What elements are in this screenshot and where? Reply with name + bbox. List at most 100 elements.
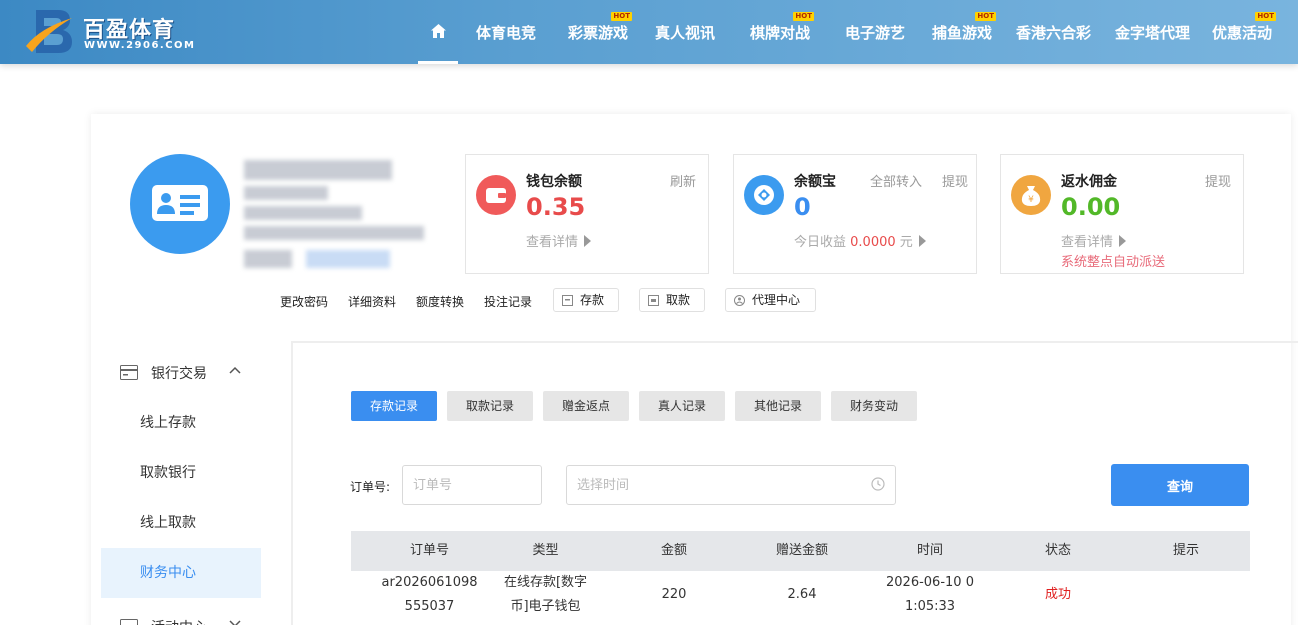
rebate-box: ¥ 返水佣金 0.00 提现 查看详情 系统整点自动派送 bbox=[1000, 154, 1244, 274]
sidebar-section-title: 活动中心 bbox=[151, 617, 207, 625]
table-row: ar2026061098 555037 在线存款[数字 币]电子钱包 220 2.6… bbox=[351, 571, 1250, 625]
rebate-detail-link[interactable]: 查看详情 bbox=[1061, 231, 1127, 250]
rebate-title: 返水佣金 bbox=[1061, 174, 1117, 190]
logo-b-icon bbox=[26, 10, 72, 53]
nav-item-agent[interactable]: 金字塔代理 bbox=[1115, 0, 1190, 64]
nav-item-chess[interactable]: 棋牌对战 HOT bbox=[750, 0, 815, 64]
blurred-username bbox=[244, 160, 392, 180]
nav-home[interactable] bbox=[418, 0, 458, 64]
column-header: 类型 bbox=[532, 543, 559, 558]
rebate-note: 系统整点自动派送 bbox=[1061, 255, 1166, 270]
sidebar-section-title: 银行交易 bbox=[151, 366, 207, 382]
profile-icon bbox=[157, 193, 200, 215]
column-header: 状态 bbox=[1044, 543, 1071, 558]
top-header: 百盈体育 WWW.2906.COM 体育电竞 彩票游戏 HOT 真人视讯 棋牌对战… bbox=[0, 0, 1298, 64]
wallet-title: 钱包余额 bbox=[526, 174, 582, 190]
withdraw-button[interactable]: 取款 bbox=[639, 288, 705, 312]
agent-icon bbox=[734, 295, 745, 306]
sidebar-section-bank[interactable]: 银行交易 bbox=[118, 360, 278, 384]
deposit-button[interactable]: 存款 bbox=[553, 288, 619, 312]
withdraw-icon bbox=[648, 295, 659, 306]
money-bag-icon: ¥ bbox=[1011, 175, 1051, 215]
tab-bonus-rebate[interactable]: 赠金返点 bbox=[543, 391, 629, 421]
brand-url: WWW.2906.COM bbox=[84, 40, 196, 51]
nav-item-fishing[interactable]: 捕鱼游戏 HOT bbox=[932, 0, 997, 64]
change-password-link[interactable]: 更改密码 bbox=[280, 293, 328, 310]
yuebao-icon bbox=[744, 175, 784, 215]
blurred-info bbox=[244, 186, 328, 200]
profile-link[interactable]: 详细资料 bbox=[348, 293, 396, 310]
svg-text:¥: ¥ bbox=[1028, 195, 1034, 205]
brand-logo[interactable]: 百盈体育 WWW.2906.COM bbox=[26, 6, 226, 58]
yuebao-value: 0 bbox=[794, 193, 811, 221]
tab-deposit-record[interactable]: 存款记录 bbox=[351, 391, 437, 421]
blurred-info bbox=[244, 226, 424, 240]
chevron-up-icon bbox=[229, 366, 241, 374]
column-header: 赠送金额 bbox=[775, 543, 828, 558]
hot-badge: HOT bbox=[975, 12, 997, 21]
hot-badge: HOT bbox=[1255, 12, 1277, 21]
yuebao-income[interactable]: 今日收益 0.0000 元 bbox=[794, 231, 926, 250]
column-header: 时间 bbox=[916, 543, 943, 558]
blurred-info bbox=[244, 250, 292, 268]
chevron-right-icon bbox=[1119, 235, 1127, 247]
sidebar-item-finance-center[interactable]: 财务中心 bbox=[101, 548, 261, 598]
sidebar-divider bbox=[291, 341, 293, 625]
nav-item-slots[interactable]: 电子游艺 bbox=[845, 0, 905, 64]
wallet-detail-link[interactable]: 查看详情 bbox=[526, 231, 592, 250]
tab-finance-change[interactable]: 财务变动 bbox=[831, 391, 917, 421]
refresh-link[interactable]: 刷新 bbox=[670, 171, 696, 190]
avatar bbox=[130, 154, 230, 254]
bet-record-link[interactable]: 投注记录 bbox=[484, 293, 532, 310]
sidebar-item-withdraw-bank[interactable]: 取款银行 bbox=[101, 448, 261, 498]
query-button[interactable]: 查询 bbox=[1111, 464, 1249, 506]
tab-live-record[interactable]: 真人记录 bbox=[639, 391, 725, 421]
tab-other-record[interactable]: 其他记录 bbox=[735, 391, 821, 421]
agent-center-button[interactable]: 代理中心 bbox=[725, 288, 816, 312]
id-card-icon bbox=[152, 185, 208, 221]
content-divider bbox=[291, 341, 1298, 343]
column-header: 金额 bbox=[660, 543, 687, 558]
sidebar-section-activity[interactable]: 活动中心 bbox=[118, 614, 278, 625]
bonus-cell: 2.64 bbox=[787, 587, 817, 602]
rebate-withdraw-link[interactable]: 提现 bbox=[1205, 171, 1231, 190]
transfer-all-link[interactable]: 全部转入 bbox=[870, 171, 922, 190]
hot-badge: HOT bbox=[611, 12, 633, 21]
deposit-icon bbox=[562, 295, 573, 306]
status-cell: 成功 bbox=[1044, 587, 1071, 602]
order-input[interactable] bbox=[402, 465, 542, 505]
nav-item-live[interactable]: 真人视讯 bbox=[655, 0, 715, 64]
time-cell: 2026-06-10 0 1:05:33 bbox=[886, 575, 974, 614]
activity-icon bbox=[120, 619, 138, 625]
amount-cell: 220 bbox=[661, 587, 687, 602]
order-label: 订单号: bbox=[350, 480, 391, 494]
wallet-value: 0.35 bbox=[526, 193, 586, 221]
hot-badge: HOT bbox=[793, 12, 815, 21]
clock-icon bbox=[871, 477, 885, 491]
nav-item-lottery[interactable]: 彩票游戏 HOT bbox=[568, 0, 633, 64]
type-cell: 在线存款[数字 币]电子钱包 bbox=[503, 575, 588, 614]
nav-item-promo[interactable]: 优惠活动 HOT bbox=[1212, 0, 1277, 64]
bank-card-icon bbox=[120, 365, 138, 380]
nav-item-sports[interactable]: 体育电竞 bbox=[476, 0, 536, 64]
yuebao-withdraw-link[interactable]: 提现 bbox=[942, 171, 968, 190]
chevron-right-icon bbox=[918, 235, 926, 247]
blurred-level-badge bbox=[306, 250, 390, 268]
wallet-icon bbox=[476, 175, 516, 215]
table-header: 订单号 类型 金额 赠送金额 时间 状态 提示 bbox=[351, 531, 1250, 571]
column-header: 提示 bbox=[1172, 543, 1199, 558]
wallet-box: 钱包余额 0.35 刷新 查看详情 bbox=[465, 154, 709, 274]
yuebao-title: 余额宝 bbox=[794, 174, 836, 190]
nav-item-marksix[interactable]: 香港六合彩 bbox=[1016, 0, 1091, 64]
rebate-value: 0.00 bbox=[1061, 193, 1121, 221]
chevron-down-icon bbox=[229, 620, 241, 625]
sidebar-item-online-deposit[interactable]: 线上存款 bbox=[101, 398, 261, 448]
time-picker-input[interactable] bbox=[566, 465, 896, 505]
blurred-info bbox=[244, 206, 362, 220]
transfer-link[interactable]: 额度转换 bbox=[416, 293, 464, 310]
chevron-right-icon bbox=[584, 235, 592, 247]
tab-withdraw-record[interactable]: 取款记录 bbox=[447, 391, 533, 421]
sidebar-item-online-withdraw[interactable]: 线上取款 bbox=[101, 498, 261, 548]
yuebao-box: 余额宝 0 全部转入 提现 今日收益 0.0000 元 bbox=[733, 154, 977, 274]
home-icon bbox=[430, 24, 446, 38]
